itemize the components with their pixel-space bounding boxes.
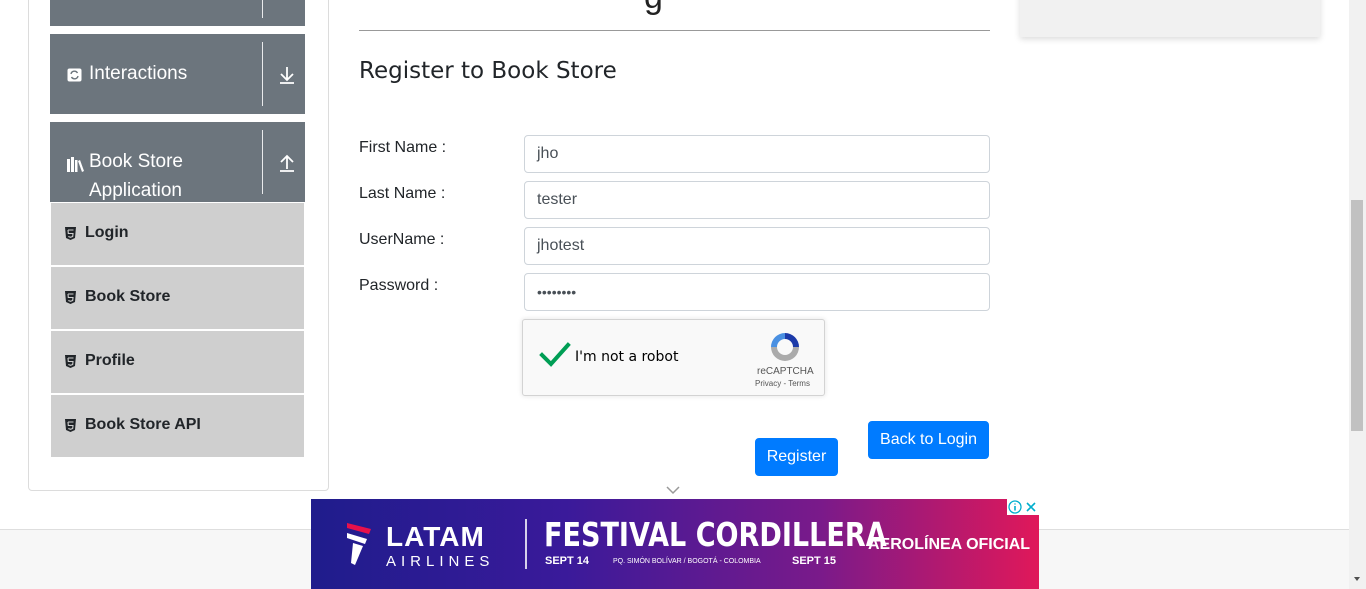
html5-icon — [65, 291, 76, 304]
repeat-icon — [67, 68, 82, 82]
arrow-down-icon[interactable] — [278, 65, 296, 85]
group-divider — [262, 130, 263, 194]
scroll-down-arrow-icon[interactable] — [1352, 574, 1362, 584]
sidebar-item-label: Login — [85, 224, 129, 241]
close-icon[interactable] — [1024, 500, 1038, 514]
sidebar-group-title-line1: Book Store — [89, 151, 183, 172]
sidebar-group-title: Interactions — [89, 63, 188, 84]
register-button[interactable]: Register — [755, 438, 838, 476]
username-label: UserName : — [359, 231, 445, 248]
heading-divider — [359, 30, 990, 31]
sidebar-group-book-store-application[interactable]: Book Store Application — [50, 122, 305, 202]
password-label: Password : — [359, 277, 439, 294]
info-icon[interactable] — [1008, 500, 1022, 514]
sidebar-item-book-store-api[interactable]: Book Store API — [51, 395, 304, 457]
sidebar-group-title-line2: Application — [89, 180, 182, 201]
group-divider — [262, 0, 263, 18]
recaptcha-logo-icon — [771, 333, 799, 361]
recaptcha-links[interactable]: Privacy - Terms — [755, 379, 810, 388]
ad-date-end: SEPT 15 — [792, 555, 837, 567]
username-input[interactable]: jhotest — [524, 227, 990, 265]
html5-icon — [65, 419, 76, 432]
back-to-login-button[interactable]: Back to Login — [868, 421, 989, 459]
sidebar-item-label: Profile — [85, 352, 135, 369]
ad-headline: FESTIVAL CORDILLERA — [544, 515, 887, 554]
sidebar-item-label: Book Store API — [85, 416, 201, 433]
first-name-label: First Name : — [359, 139, 447, 156]
books-icon — [67, 157, 84, 172]
ad-brand-sub: AIRLINES — [386, 553, 495, 570]
sidebar-group-previous[interactable] — [50, 0, 305, 26]
sidebar-item-login[interactable]: Login — [51, 203, 304, 265]
scrollbar-thumb[interactable] — [1351, 200, 1363, 431]
ad-date-start: SEPT 14 — [545, 555, 590, 567]
sidebar-item-label: Book Store — [85, 288, 171, 305]
html5-icon — [65, 227, 76, 240]
ad-brand: LATAM — [386, 521, 485, 552]
checkmark-icon[interactable] — [539, 342, 571, 368]
first-name-input[interactable]: jho — [524, 135, 990, 173]
ad-venue: PQ. SIMÓN BOLÍVAR / BOGOTÁ - COLOMBIA — [613, 558, 761, 565]
arrow-up-icon[interactable] — [278, 153, 296, 173]
sidebar-item-profile[interactable]: Profile — [51, 331, 304, 393]
recaptcha-widget[interactable]: I'm not a robot reCAPTCHA Privacy - Term… — [522, 319, 825, 396]
recaptcha-brand: reCAPTCHA — [757, 366, 814, 377]
sidebar-item-book-store[interactable]: Book Store — [51, 267, 304, 329]
last-name-label: Last Name : — [359, 185, 446, 202]
chevron-down-icon[interactable] — [665, 485, 681, 495]
banner-ad[interactable]: LATAM AIRLINES FESTIVAL CORDILLERA SEPT … — [311, 499, 1039, 589]
sidebar-group-interactions[interactable]: Interactions — [50, 34, 305, 114]
ad-separator — [525, 519, 527, 569]
group-divider — [262, 42, 263, 106]
side-ad-card[interactable] — [1020, 0, 1320, 37]
password-input[interactable]: •••••••• — [524, 273, 990, 311]
page-heading-fragment: g — [644, 0, 663, 17]
last-name-input[interactable]: tester — [524, 181, 990, 219]
html5-icon — [65, 355, 76, 368]
recaptcha-label: I'm not a robot — [575, 349, 679, 365]
form-title: Register to Book Store — [359, 58, 617, 84]
latam-logo-icon — [347, 523, 371, 565]
ad-tagline: AEROLÍNEA OFICIAL — [868, 536, 1031, 553]
